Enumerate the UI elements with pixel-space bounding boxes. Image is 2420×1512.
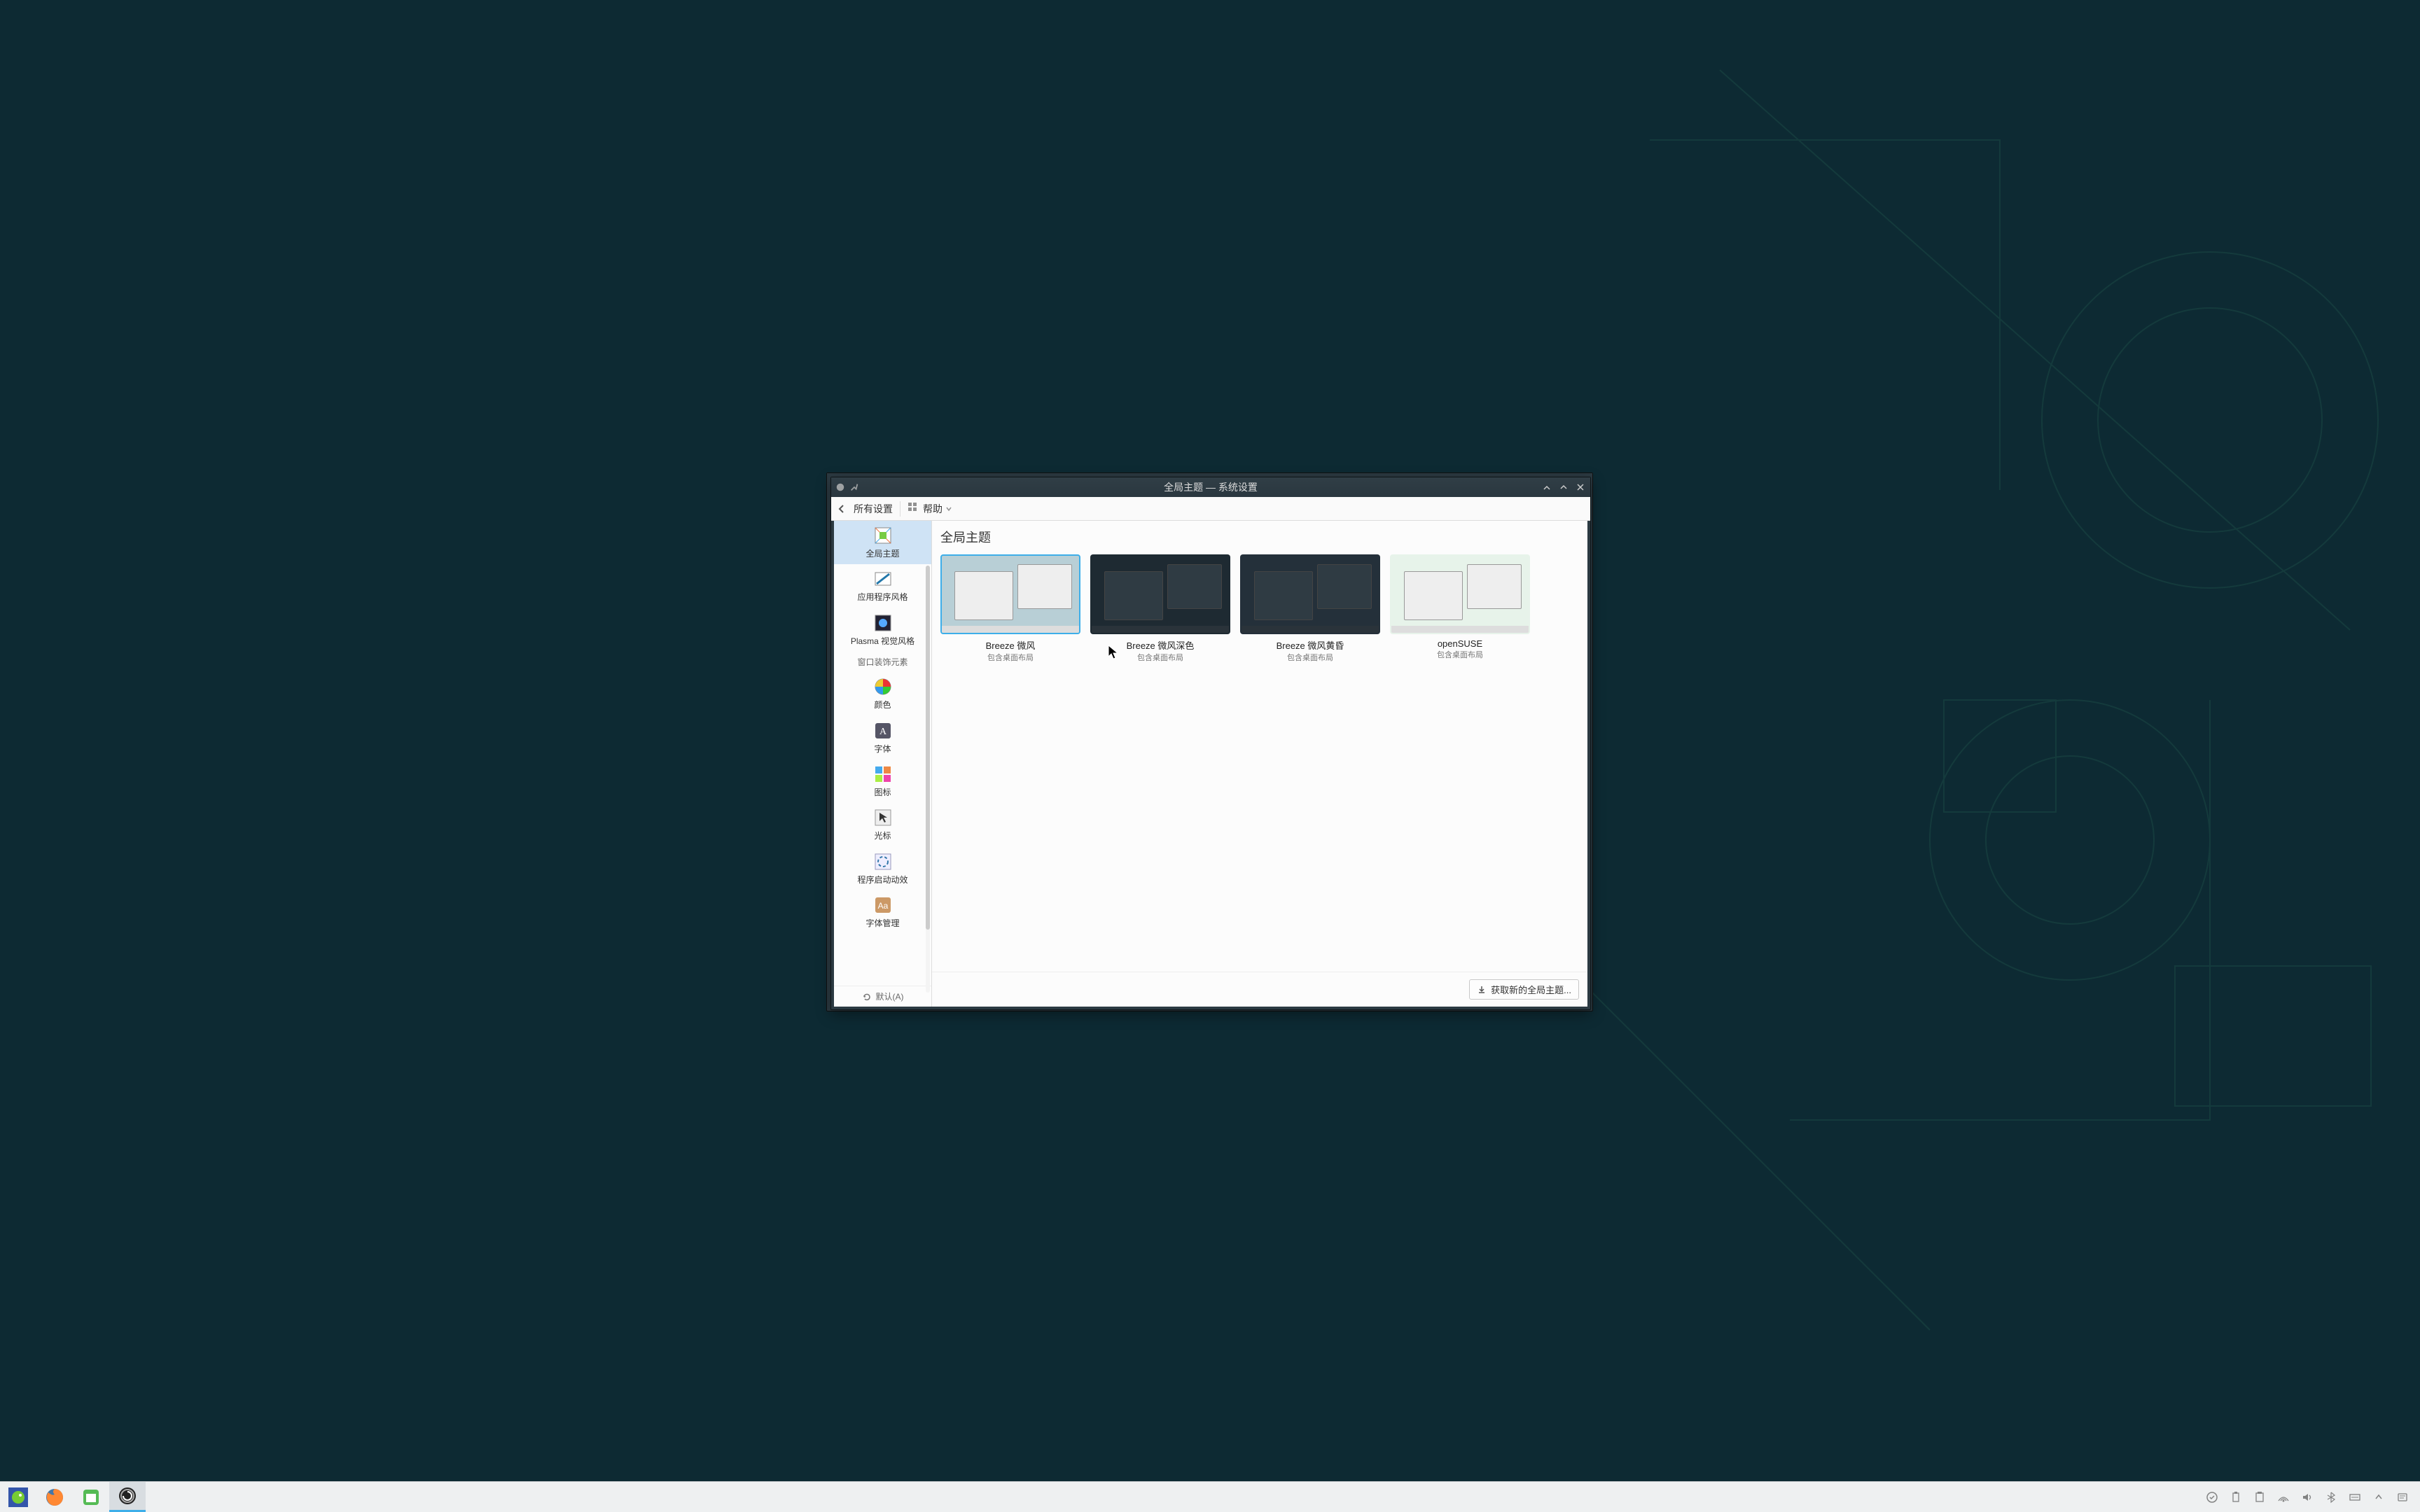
plasma-style-icon: [872, 612, 893, 634]
sidebar-section-heading: 窗口装饰元素: [834, 652, 931, 672]
taskbar-app-launcher[interactable]: [0, 1482, 36, 1512]
tray-volume-icon[interactable]: [2301, 1491, 2314, 1504]
sidebar-item-label: 全局主题: [865, 549, 899, 559]
taskbar: [0, 1481, 2420, 1512]
taskbar-files[interactable]: [73, 1482, 109, 1512]
minimize-button[interactable]: [1540, 480, 1554, 494]
content-area: 全局主题 Breeze 微风包含桌面布局Breeze 微风深色包含桌面布局Bre…: [932, 521, 1587, 1007]
font-management-icon: Aa: [872, 895, 893, 916]
wallpaper-art: [1580, 0, 2420, 1512]
theme-name: Breeze 微风: [986, 638, 1036, 652]
theme-card[interactable]: Breeze 微风黄昏包含桌面布局: [1240, 554, 1380, 663]
theme-name: openSUSE: [1438, 638, 1482, 649]
opensuse-start-icon: [8, 1488, 28, 1507]
tray-updates-icon[interactable]: [2206, 1491, 2218, 1504]
tray-bluetooth-icon[interactable]: [2325, 1491, 2337, 1504]
obs-icon: [118, 1486, 137, 1506]
theme-subtitle: 包含桌面布局: [1437, 649, 1483, 660]
theme-name: Breeze 微风黄昏: [1277, 638, 1344, 652]
settings-sidebar: 全局主题 应用程序风格 Plasma 视觉风格 窗口装饰元素 颜色 A 字: [834, 521, 932, 1007]
close-button[interactable]: [1573, 480, 1587, 494]
sidebar-item-label: Plasma 视觉风格: [851, 636, 915, 646]
taskbar-launchers: [0, 1482, 146, 1512]
icons-icon: [872, 764, 893, 785]
all-settings-button[interactable]: 所有设置: [854, 502, 893, 516]
toolbar: 所有设置 帮助: [831, 497, 1590, 521]
maximize-button[interactable]: [1557, 480, 1571, 494]
theme-card[interactable]: Breeze 微风深色包含桌面布局: [1090, 554, 1230, 663]
sidebar-item-launch-feedback[interactable]: 程序启动动效: [834, 847, 931, 890]
tray-keyboard-icon[interactable]: [2349, 1491, 2361, 1504]
sidebar-item-cursors[interactable]: 光标: [834, 803, 931, 846]
back-button[interactable]: [835, 503, 848, 515]
window-title: 全局主题 — 系统设置: [831, 480, 1590, 494]
sidebar-item-label: 图标: [874, 788, 891, 797]
theme-subtitle: 包含桌面布局: [1287, 652, 1333, 663]
tray-clipboard-icon[interactable]: [2253, 1491, 2266, 1504]
sidebar-item-global-theme[interactable]: 全局主题: [834, 521, 931, 564]
firefox-icon: [45, 1488, 64, 1507]
view-mode-icon[interactable]: [908, 502, 917, 515]
tray-network-icon[interactable]: [2277, 1491, 2290, 1504]
sidebar-item-label: 字体管理: [865, 918, 899, 928]
sidebar-item-font-management[interactable]: Aa 字体管理: [834, 890, 931, 934]
sidebar-item-app-style[interactable]: 应用程序风格: [834, 564, 931, 608]
files-icon: [81, 1488, 101, 1507]
colors-icon: [872, 676, 893, 697]
svg-text:Aa: Aa: [877, 901, 888, 911]
theme-subtitle: 包含桌面布局: [987, 652, 1034, 663]
help-menu[interactable]: 帮助: [923, 502, 952, 516]
system-tray: [2206, 1491, 2420, 1504]
sidebar-item-colors[interactable]: 颜色: [834, 672, 931, 715]
sidebar-item-plasma-style[interactable]: Plasma 视觉风格: [834, 608, 931, 652]
theme-name: Breeze 微风深色: [1127, 638, 1195, 652]
system-settings-window: 全局主题 — 系统设置 所有设置 帮助 全局主题 应用程序风格: [830, 477, 1591, 1010]
tray-chevron-icon[interactable]: [2372, 1491, 2385, 1504]
sidebar-item-icons[interactable]: 图标: [834, 760, 931, 803]
sidebar-item-label: 字体: [874, 744, 891, 754]
theme-grid: Breeze 微风包含桌面布局Breeze 微风深色包含桌面布局Breeze 微…: [932, 550, 1587, 667]
sidebar-scrollbar[interactable]: [926, 566, 930, 993]
theme-thumbnail: [1390, 554, 1530, 634]
svg-text:A: A: [879, 727, 886, 737]
taskbar-firefox[interactable]: [36, 1482, 73, 1512]
theme-subtitle: 包含桌面布局: [1137, 652, 1183, 663]
defaults-button[interactable]: 默认(A): [834, 986, 931, 1007]
reset-icon: [862, 992, 872, 1002]
theme-thumbnail: [1240, 554, 1380, 634]
sidebar-item-label: 应用程序风格: [857, 592, 908, 602]
fonts-icon: A: [872, 720, 893, 741]
download-icon: [1477, 985, 1487, 995]
sidebar-item-label: 程序启动动效: [857, 875, 908, 885]
app-style-icon: [872, 568, 893, 589]
theme-thumbnail: [1090, 554, 1230, 634]
sidebar-item-fonts[interactable]: A 字体: [834, 716, 931, 760]
launch-feedback-icon: [872, 851, 893, 872]
global-theme-icon: [872, 525, 893, 546]
tray-usb-icon[interactable]: [2230, 1491, 2242, 1504]
theme-card[interactable]: openSUSE包含桌面布局: [1390, 554, 1530, 663]
theme-thumbnail: [940, 554, 1080, 634]
tray-notifications-icon[interactable]: [2396, 1491, 2409, 1504]
cursors-icon: [872, 807, 893, 828]
taskbar-obs[interactable]: [109, 1482, 146, 1512]
sidebar-item-label: 颜色: [874, 700, 891, 710]
page-title: 全局主题: [932, 521, 1587, 550]
sidebar-item-label: 光标: [874, 831, 891, 841]
titlebar[interactable]: 全局主题 — 系统设置: [831, 477, 1590, 497]
get-new-themes-button[interactable]: 获取新的全局主题...: [1469, 979, 1579, 1000]
theme-card[interactable]: Breeze 微风包含桌面布局: [940, 554, 1080, 663]
